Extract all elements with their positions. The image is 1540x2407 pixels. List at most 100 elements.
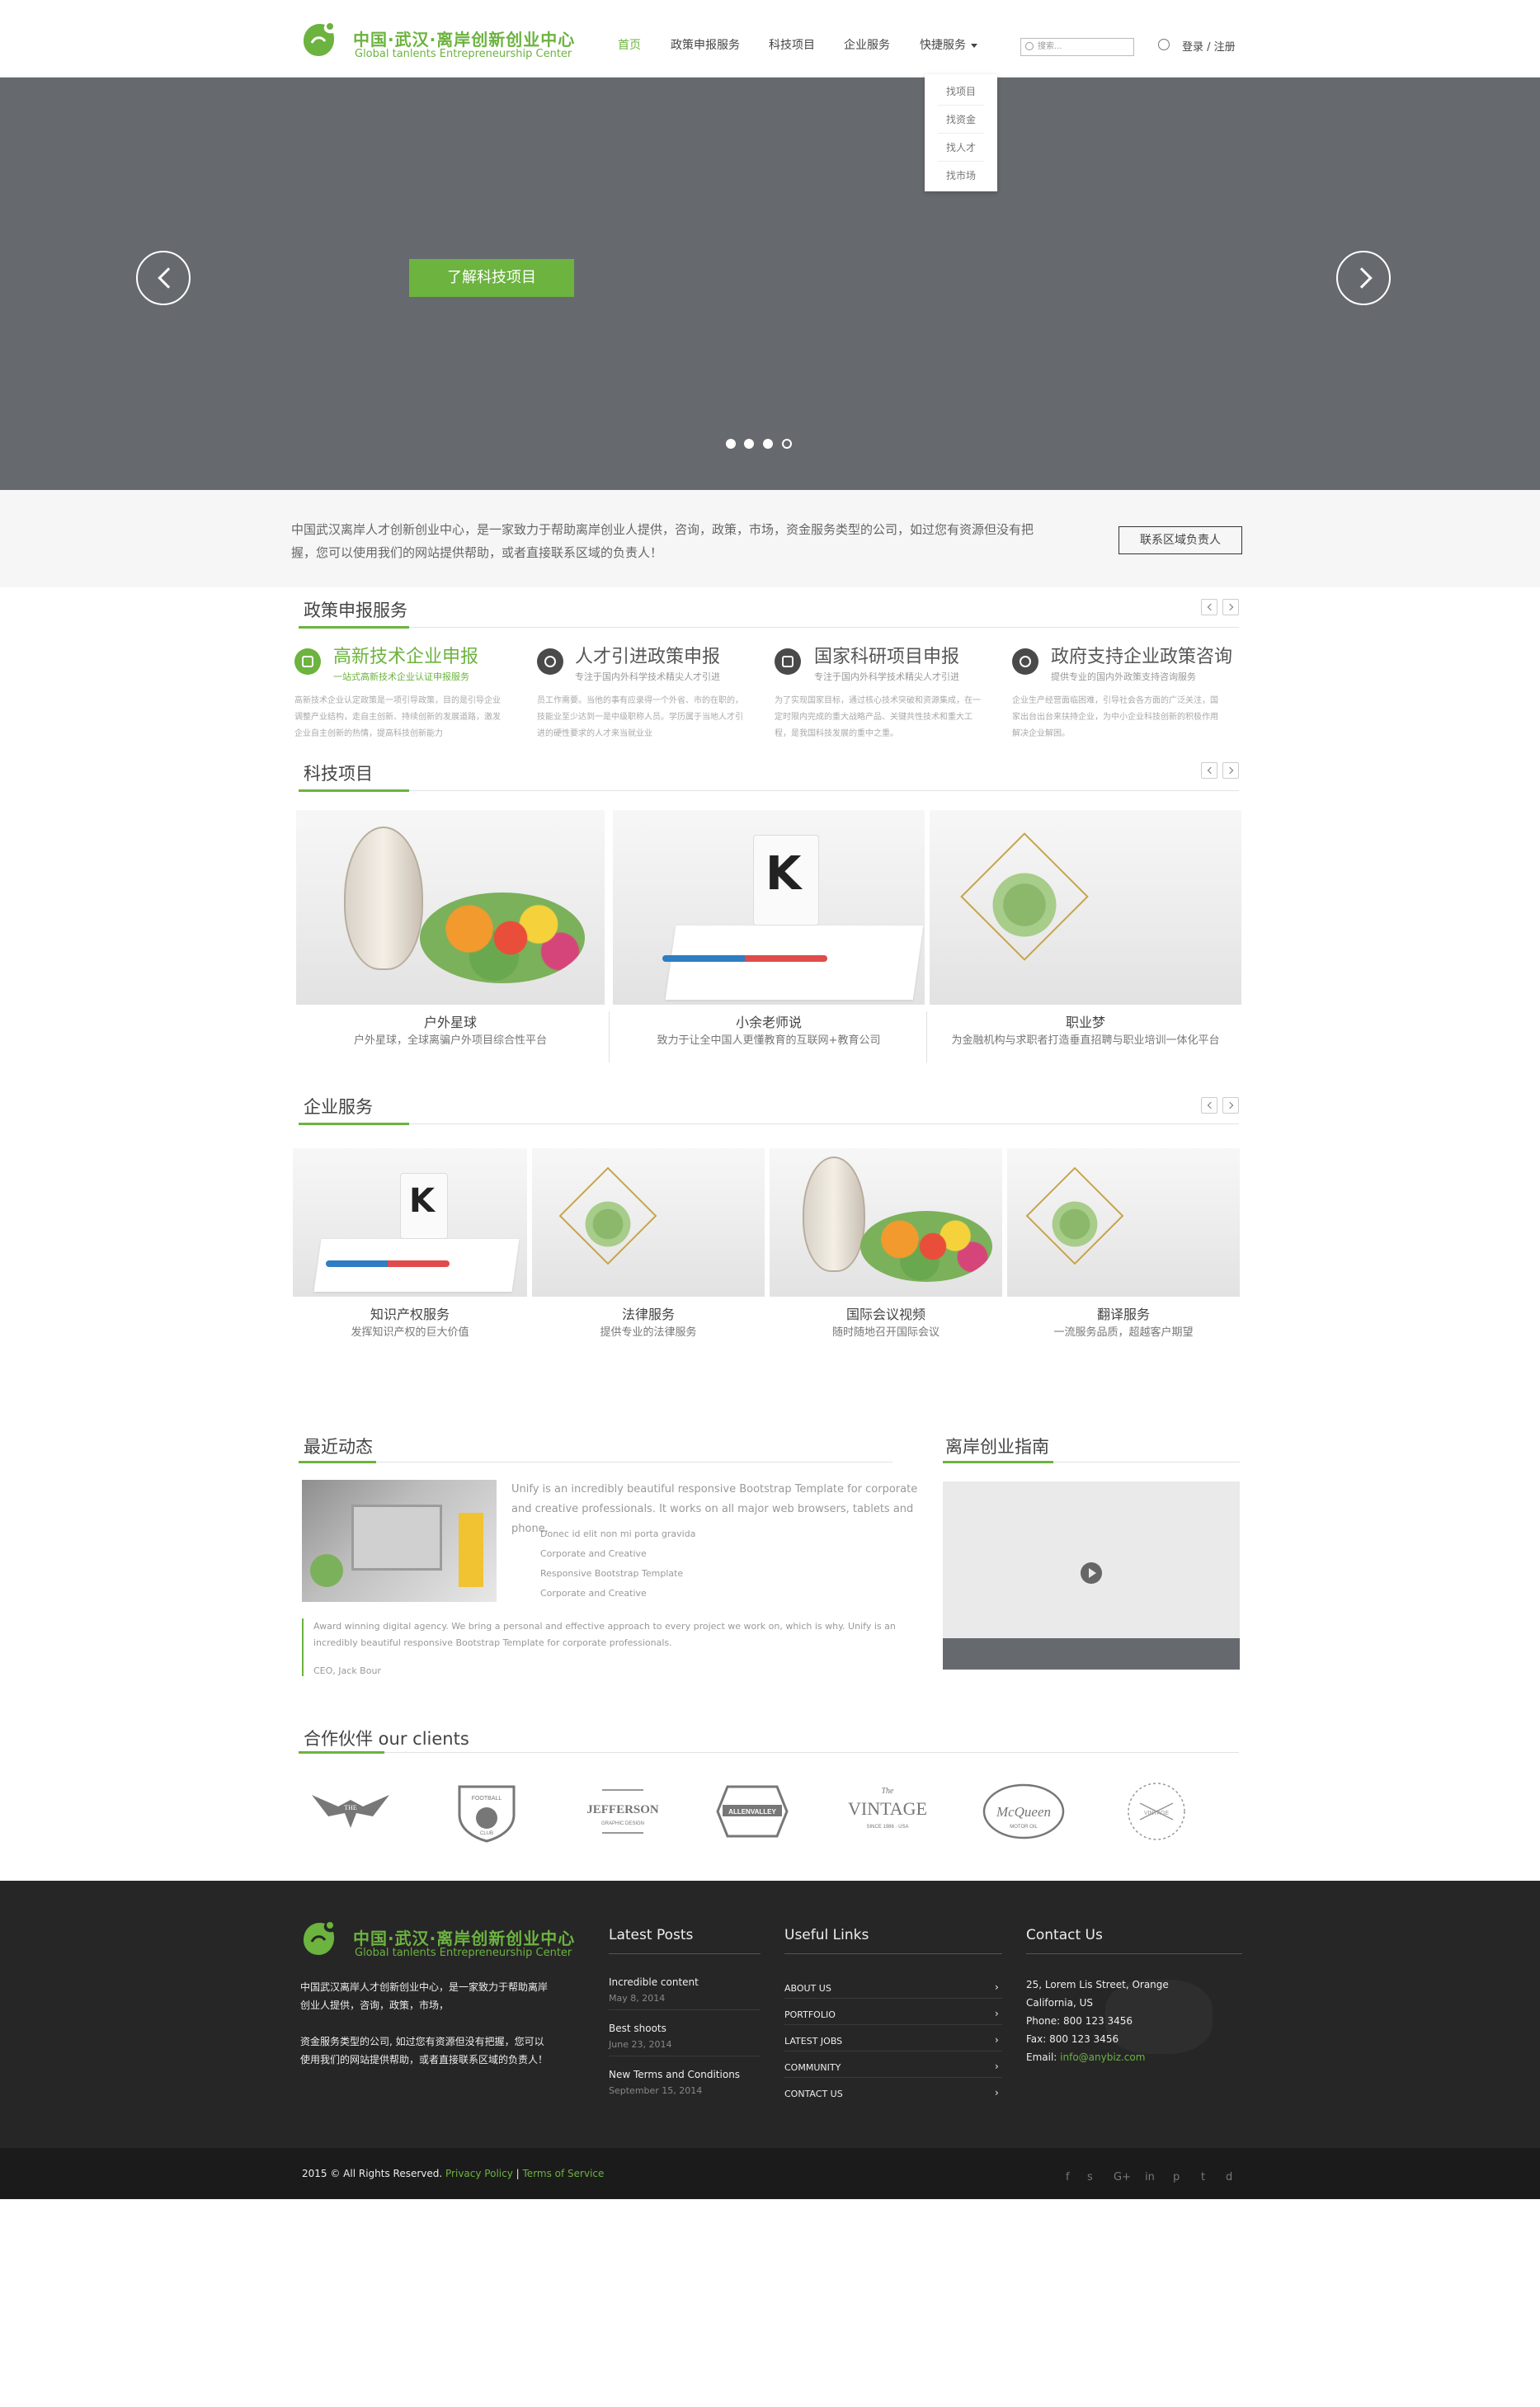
- dribbble-icon[interactable]: d: [1226, 2171, 1232, 2183]
- jefferson-logo-icon[interactable]: JEFFERSON GRAPHIC DESIGN: [577, 1778, 668, 1844]
- skype-icon[interactable]: s: [1087, 2171, 1093, 2183]
- service-sub: 发挥知识产权的巨大价值: [351, 1326, 469, 1339]
- section-divider: [299, 790, 1239, 791]
- slider-dot-3[interactable]: [763, 439, 773, 449]
- quick-services-dropdown: 找项目 找资金 找人才 找市场: [925, 74, 997, 191]
- slider-dot-4[interactable]: [782, 439, 792, 449]
- login-register-link[interactable]: 登录 / 注册: [1182, 38, 1236, 54]
- nav-tech[interactable]: 科技项目: [769, 36, 815, 53]
- footer-email-link[interactable]: info@anybiz.com: [1060, 2051, 1145, 2063]
- footer-contact-line: Fax: 800 123 3456: [1026, 2033, 1119, 2045]
- footer-link-portfolio[interactable]: PORTFOLIO: [784, 2009, 836, 2020]
- slider-dot-2[interactable]: [744, 439, 754, 449]
- brand-logo-icon[interactable]: [297, 16, 343, 63]
- section-title-tech: 科技项目: [304, 764, 373, 784]
- hero-cta-button[interactable]: 了解科技项目: [409, 259, 574, 297]
- policy-item-title[interactable]: 高新技术企业申报: [333, 642, 478, 668]
- footer-post-title[interactable]: New Terms and Conditions: [609, 2069, 740, 2080]
- footer-post-title[interactable]: Best shoots: [609, 2023, 666, 2034]
- service-image-plant[interactable]: [532, 1148, 765, 1297]
- service-title[interactable]: 国际会议视频: [770, 1303, 1002, 1323]
- dropdown-item-projects[interactable]: 找项目: [938, 78, 984, 106]
- slider-next-arrow-icon[interactable]: [1336, 251, 1391, 305]
- circle-vintage-logo-icon[interactable]: VINTAGE: [1115, 1778, 1198, 1844]
- service-image-cup[interactable]: K: [293, 1148, 527, 1297]
- search-icon[interactable]: [1025, 42, 1034, 50]
- project-title[interactable]: 户外星球: [296, 1011, 605, 1031]
- footer-brand-en[interactable]: Global tanlents Entrepreneurship Center: [355, 1947, 572, 1959]
- facebook-icon[interactable]: f: [1066, 2171, 1070, 2183]
- nav-enterprise[interactable]: 企业服务: [844, 36, 890, 53]
- policy-item-title[interactable]: 政府支持企业政策咨询: [1051, 642, 1232, 668]
- video-controls-bar[interactable]: [943, 1638, 1240, 1670]
- svg-text:ALLENVALLEY: ALLENVALLEY: [728, 1808, 776, 1816]
- google-plus-icon[interactable]: G+: [1114, 2171, 1131, 2183]
- pinterest-icon[interactable]: p: [1173, 2171, 1180, 2183]
- project-title[interactable]: 小余老师说: [613, 1011, 925, 1031]
- slider-dot-1[interactable]: [726, 439, 736, 449]
- footer-link-about[interactable]: ABOUT US: [784, 1983, 831, 1994]
- footer-brand-cn[interactable]: 中国·武汉·离岸创新创业中心: [353, 1925, 575, 1949]
- section-divider: [299, 1123, 1239, 1124]
- service-sub: 提供专业的法律服务: [600, 1326, 697, 1339]
- policy-item-title[interactable]: 国家科研项目申报: [814, 642, 959, 668]
- policy-next-icon[interactable]: [1222, 599, 1239, 615]
- svg-text:FOOTBALL: FOOTBALL: [472, 1796, 502, 1802]
- project-image-cup[interactable]: K: [613, 810, 925, 1005]
- copyright-text: 2015 © All Rights Reserved.: [302, 2168, 443, 2179]
- policy-item-title[interactable]: 人才引进政策申报: [575, 642, 720, 668]
- dropdown-item-talent[interactable]: 找人才: [938, 134, 984, 162]
- footer-contact-line: Phone: 800 123 3456: [1026, 2015, 1133, 2027]
- footer-logo-icon[interactable]: [297, 1915, 343, 1962]
- dropdown-item-funding[interactable]: 找资金: [938, 106, 984, 134]
- section-underline: [299, 1123, 409, 1125]
- terms-link[interactable]: Terms of Service: [523, 2168, 605, 2179]
- project-title[interactable]: 职业梦: [930, 1011, 1241, 1031]
- service-title[interactable]: 法律服务: [532, 1303, 765, 1323]
- policy-item-sub: 一站式高新技术企业认证申报服务: [333, 671, 469, 682]
- service-title[interactable]: 知识产权服务: [293, 1303, 527, 1323]
- mcqueen-logo-icon[interactable]: McQueen MOTOR OIL: [978, 1778, 1069, 1844]
- chevron-right-icon: ›: [995, 2008, 999, 2019]
- footer-about-2: 资金服务类型的公司, 如过您有资源但没有把握，您可以使用我们的网站提供帮助，或者…: [300, 2036, 549, 2065]
- service-image-plant-2[interactable]: [1007, 1148, 1240, 1297]
- contact-manager-button[interactable]: 联系区域负责人: [1119, 526, 1242, 554]
- tech-prev-icon[interactable]: [1201, 762, 1217, 779]
- brand-name-cn[interactable]: 中国·武汉·离岸创新创业中心: [353, 26, 575, 50]
- nav-home[interactable]: 首页: [618, 36, 641, 53]
- footer-divider: [784, 2077, 1002, 2078]
- project-image-plant[interactable]: [930, 810, 1241, 1005]
- news-list-item: Corporate and Creative: [540, 1588, 647, 1599]
- news-list-item: Responsive Bootstrap Template: [540, 1568, 684, 1579]
- vintage-logo-icon[interactable]: The VINTAGE SINCE 1986 · USA: [838, 1778, 937, 1844]
- quote-bar: [302, 1618, 304, 1676]
- allenvalley-badge-logo-icon[interactable]: ALLENVALLEY: [711, 1778, 794, 1844]
- enterprise-next-icon[interactable]: [1222, 1097, 1239, 1114]
- nav-policy[interactable]: 政策申报服务: [671, 36, 740, 53]
- footer-link-contact[interactable]: CONTACT US: [784, 2089, 843, 2099]
- twitter-icon[interactable]: t: [1201, 2171, 1205, 2183]
- project-image-vase[interactable]: [296, 810, 605, 1005]
- dropdown-item-market[interactable]: 找市场: [938, 162, 984, 190]
- footer-link-community[interactable]: COMMUNITY: [784, 2062, 841, 2073]
- policy-prev-icon[interactable]: [1201, 599, 1217, 615]
- news-image[interactable]: [302, 1480, 497, 1602]
- nav-quick-services[interactable]: 快捷服务: [920, 36, 977, 53]
- enterprise-prev-icon[interactable]: [1201, 1097, 1217, 1114]
- slider-prev-arrow-icon[interactable]: [136, 251, 191, 305]
- tech-next-icon[interactable]: [1222, 762, 1239, 779]
- search-input[interactable]: 搜索...: [1020, 38, 1134, 56]
- service-title[interactable]: 翻译服务: [1007, 1303, 1240, 1323]
- eagle-logo-icon[interactable]: THE: [305, 1778, 396, 1844]
- service-image-vase[interactable]: [770, 1148, 1002, 1297]
- news-quote-author: CEO, Jack Bour: [313, 1665, 381, 1676]
- footer-post-title[interactable]: Incredible content: [609, 1976, 699, 1988]
- footer-link-jobs[interactable]: LATEST JOBS: [784, 2036, 842, 2047]
- privacy-policy-link[interactable]: Privacy Policy: [445, 2168, 513, 2179]
- football-club-logo-icon[interactable]: FOOTBALL CLUB: [450, 1778, 524, 1844]
- linkedin-icon[interactable]: in: [1145, 2171, 1155, 2183]
- brand-name-en[interactable]: Global tanlents Entrepreneurship Center: [355, 48, 572, 60]
- policy-item-body: 企业生产经营面临困难，引导社会各方面的广泛关注，国家出台出台来扶持企业，为中小企…: [1012, 696, 1218, 738]
- play-icon[interactable]: [1081, 1562, 1102, 1584]
- policy-item-body: 为了实现国家目标，通过核心技术突破和资源集成，在一定时限内完成的重大战略产品、关…: [775, 696, 981, 738]
